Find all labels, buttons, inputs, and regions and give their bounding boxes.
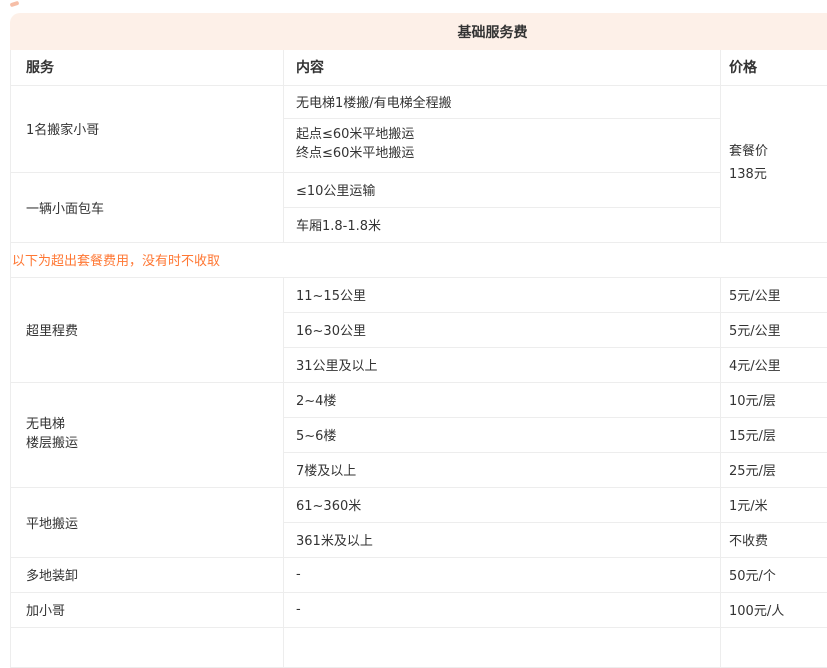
table-title-band: 基础服务费 — [10, 13, 827, 50]
table-row: 平地搬运 61~360米 1元/米 — [11, 487, 827, 522]
column-header-content: 内容 — [284, 50, 721, 85]
service-cell: 平地搬运 — [11, 487, 284, 557]
price-cell: 25元/层 — [721, 452, 827, 487]
price-cell: 50元/个 — [721, 557, 827, 592]
content-cell: 11~15公里 — [284, 277, 721, 312]
price-cell: 5元/公里 — [721, 312, 827, 347]
note-text: 以下为超出套餐费用，没有时不收取 — [11, 242, 827, 277]
content-cell: 7楼及以上 — [284, 452, 721, 487]
content-cell: 16~30公里 — [284, 312, 721, 347]
content-cell: 5~6楼 — [284, 417, 721, 452]
price-cell: 10元/层 — [721, 382, 827, 417]
table-row-clipped — [11, 627, 827, 667]
table-row: 1名搬家小哥 无电梯1楼搬/有电梯全程搬 套餐价 138元 — [11, 85, 827, 118]
content-cell: 无电梯1楼搬/有电梯全程搬 — [284, 85, 721, 118]
service-cell: 无电梯 楼层搬运 — [11, 382, 284, 487]
fee-table-container: 基础服务费 服务 内容 价格 1名搬家小哥 无电梯1楼搬/有电梯全程搬 套餐价 … — [10, 13, 827, 668]
service-cell: 多地装卸 — [11, 557, 284, 592]
table-row: 超里程费 11~15公里 5元/公里 — [11, 277, 827, 312]
price-cell: 不收费 — [721, 522, 827, 557]
service-cell: 加小哥 — [11, 592, 284, 627]
column-header-price: 价格 — [721, 50, 827, 85]
content-cell: - — [284, 557, 721, 592]
content-cell: 31公里及以上 — [284, 347, 721, 382]
table-row: 无电梯 楼层搬运 2~4楼 10元/层 — [11, 382, 827, 417]
content-cell: 361米及以上 — [284, 522, 721, 557]
service-cell: 1名搬家小哥 — [11, 85, 284, 172]
top-left-artifact — [10, 1, 20, 8]
header-row: 服务 内容 价格 — [11, 50, 827, 85]
service-cell: 超里程费 — [11, 277, 284, 382]
content-cell — [284, 627, 721, 667]
service-cell: 一辆小面包车 — [11, 172, 284, 242]
content-cell: 61~360米 — [284, 487, 721, 522]
price-cell — [721, 627, 827, 667]
price-cell: 5元/公里 — [721, 277, 827, 312]
price-cell: 15元/层 — [721, 417, 827, 452]
price-cell: 1元/米 — [721, 487, 827, 522]
fee-table: 服务 内容 价格 1名搬家小哥 无电梯1楼搬/有电梯全程搬 套餐价 138元 起… — [10, 50, 827, 668]
table-row: 一辆小面包车 ≤10公里运输 — [11, 172, 827, 207]
price-cell: 4元/公里 — [721, 347, 827, 382]
content-cell: - — [284, 592, 721, 627]
table-row: 加小哥 - 100元/人 — [11, 592, 827, 627]
package-price-cell: 套餐价 138元 — [721, 85, 827, 242]
column-header-service: 服务 — [11, 50, 284, 85]
price-cell: 100元/人 — [721, 592, 827, 627]
service-cell — [11, 627, 284, 667]
content-cell: ≤10公里运输 — [284, 172, 721, 207]
table-title: 基础服务费 — [458, 22, 528, 42]
content-cell: 车厢1.8-1.8米 — [284, 207, 721, 242]
content-cell: 2~4楼 — [284, 382, 721, 417]
table-row: 多地装卸 - 50元/个 — [11, 557, 827, 592]
note-row: 以下为超出套餐费用，没有时不收取 — [11, 242, 827, 277]
content-cell: 起点≤60米平地搬运 终点≤60米平地搬运 — [284, 118, 721, 172]
